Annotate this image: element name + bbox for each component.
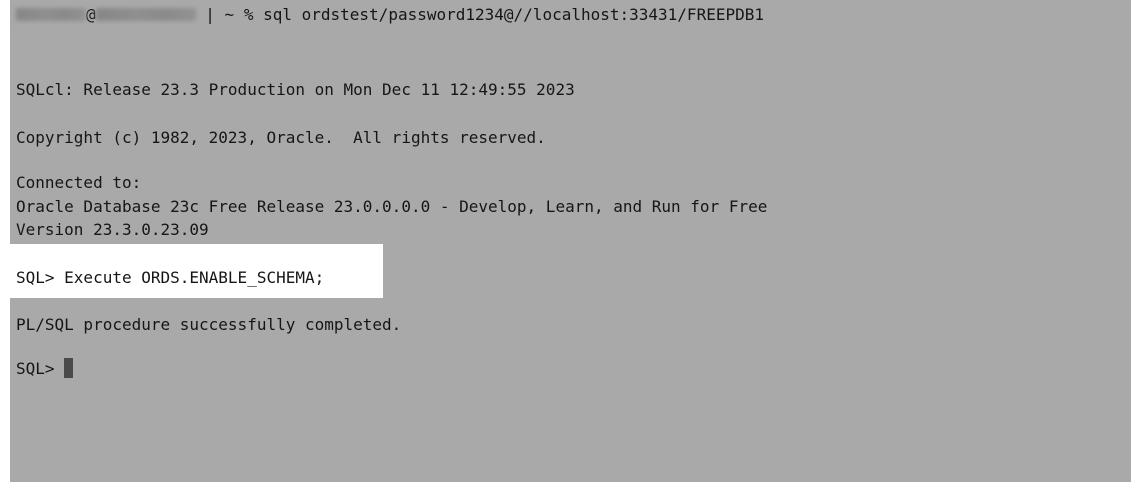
version-line: Version 23.3.0.23.09 <box>16 220 209 239</box>
final-prompt-line[interactable]: SQL> <box>16 358 74 378</box>
sql-connect-command: ~ % sql ordstest/password1234@//localhos… <box>214 5 764 24</box>
connected-line: Connected to: <box>16 173 142 192</box>
result-line: PL/SQL procedure successfully completed. <box>16 315 402 334</box>
redacted-username <box>16 8 86 21</box>
execute-command-line: SQL> Execute ORDS.ENABLE_SCHEMA; <box>16 268 325 287</box>
prompt-at: @ <box>86 5 96 24</box>
text-cursor <box>64 358 74 378</box>
copyright-line: Copyright (c) 1982, 2023, Oracle. All ri… <box>16 128 546 147</box>
redacted-hostname <box>95 8 196 21</box>
terminal-window[interactable]: @ | ~ % sql ordstest/password1234@//loca… <box>10 0 1131 482</box>
release-line: SQLcl: Release 23.3 Production on Mon De… <box>16 80 575 99</box>
final-prompt: SQL> <box>16 359 65 378</box>
prompt-separator: | <box>205 5 215 24</box>
database-line: Oracle Database 23c Free Release 23.0.0.… <box>16 197 768 216</box>
prompt-line: @ | ~ % sql ordstest/password1234@//loca… <box>16 5 764 25</box>
